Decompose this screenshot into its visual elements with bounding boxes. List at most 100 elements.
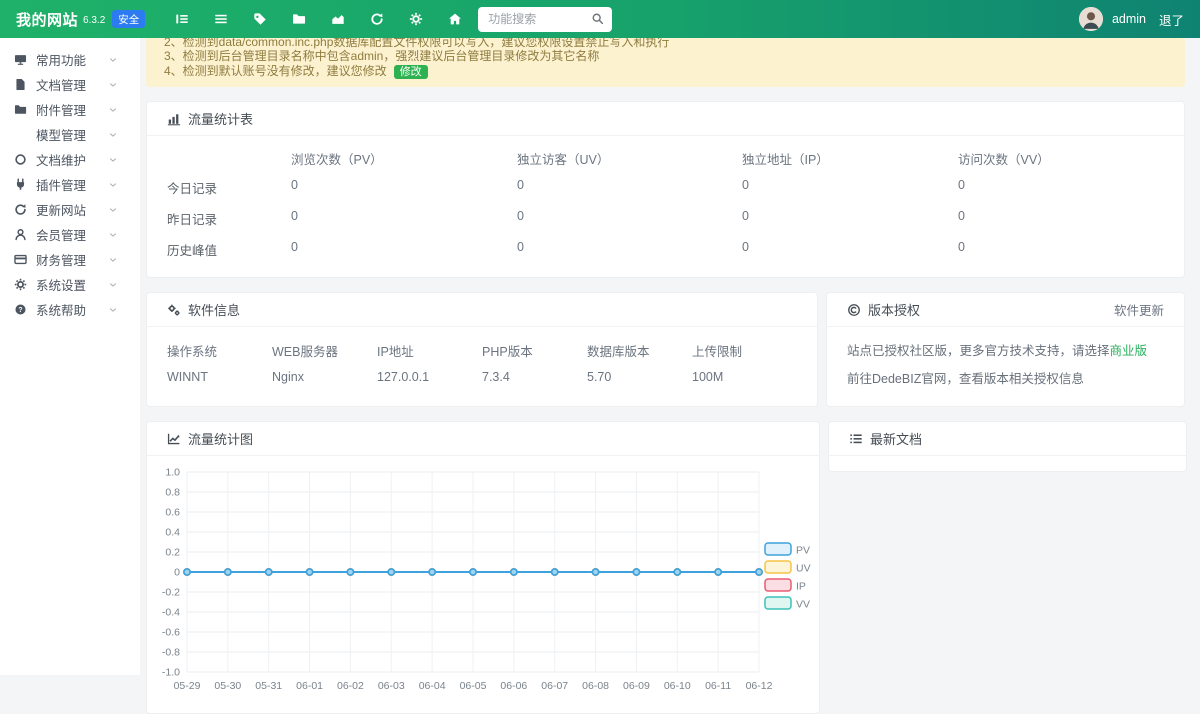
license-line-2: 前往DedeBIZ官网，查看版本相关授权信息 bbox=[847, 368, 1164, 387]
table-cell: 0 bbox=[517, 203, 742, 234]
home-nav-button[interactable] bbox=[442, 6, 468, 32]
column-header: 访问次数（VV） bbox=[958, 140, 1164, 172]
traffic-chart-title: 流量统计图 bbox=[188, 429, 253, 448]
sidebar-item-7[interactable]: 会员管理 bbox=[0, 222, 140, 247]
table-cell: 0 bbox=[291, 234, 517, 265]
function-search bbox=[478, 7, 612, 32]
safe-badge[interactable]: 安全 bbox=[112, 10, 145, 28]
traffic-table-header: 流量统计表 bbox=[147, 102, 1184, 136]
sidebar-item-label: 文档管理 bbox=[36, 75, 86, 94]
sidebar-item-label: 模型管理 bbox=[36, 125, 86, 144]
chevron-down-icon bbox=[108, 305, 118, 315]
header-nav bbox=[169, 6, 468, 32]
sidebar-item-3[interactable]: 模型管理 bbox=[0, 122, 140, 147]
latest-docs-header: 最新文档 bbox=[829, 422, 1186, 456]
sidebar-item-0[interactable]: 常用功能 bbox=[0, 47, 140, 72]
license-line-1: 站点已授权社区版，更多官方技术支持，请选择商业版 bbox=[847, 340, 1164, 359]
refresh-nav-button[interactable] bbox=[364, 6, 390, 32]
sidebar-item-4[interactable]: 文档维护 bbox=[0, 147, 140, 172]
svg-text:-1.0: -1.0 bbox=[162, 667, 180, 679]
field-label: 操作系统 bbox=[167, 333, 272, 363]
settings-nav-button[interactable] bbox=[403, 6, 429, 32]
traffic-table-title: 流量统计表 bbox=[188, 109, 253, 128]
bar-chart-icon bbox=[167, 112, 181, 126]
sidebar-item-label: 会员管理 bbox=[36, 225, 86, 244]
traffic-table: 浏览次数（PV） 独立访客（UV） 独立地址（IP） 访问次数（VV） 今日记录… bbox=[147, 136, 1184, 277]
site-version: 6.3.2 bbox=[83, 15, 105, 26]
question-icon: ? bbox=[14, 303, 27, 316]
svg-text:IP: IP bbox=[796, 581, 806, 593]
folder-nav-button[interactable] bbox=[286, 6, 312, 32]
svg-text:06-10: 06-10 bbox=[664, 680, 691, 692]
avatar[interactable] bbox=[1079, 7, 1103, 31]
sidebar-item-10[interactable]: ? 系统帮助 bbox=[0, 297, 140, 322]
edit-badge-button[interactable]: 修改 bbox=[394, 65, 428, 79]
folder-icon bbox=[14, 103, 27, 116]
svg-text:-0.6: -0.6 bbox=[162, 627, 180, 639]
sidebar-item-label: 系统帮助 bbox=[36, 300, 86, 319]
header-user-area: admin 退了 bbox=[1079, 7, 1184, 31]
field-label: 上传限制 bbox=[692, 333, 797, 363]
search-icon[interactable] bbox=[591, 12, 604, 25]
gear-icon bbox=[14, 278, 27, 291]
logout-link[interactable]: 退了 bbox=[1159, 10, 1184, 29]
svg-text:0.4: 0.4 bbox=[165, 527, 180, 539]
column-header: 独立地址（IP） bbox=[742, 140, 958, 172]
svg-text:06-07: 06-07 bbox=[541, 680, 568, 692]
sidebar-item-8[interactable]: 财务管理 bbox=[0, 247, 140, 272]
table-cell: 0 bbox=[958, 203, 1164, 234]
sidebar-item-label: 常用功能 bbox=[36, 50, 86, 69]
field-value: Nginx bbox=[272, 363, 377, 391]
svg-text:0.8: 0.8 bbox=[165, 487, 180, 499]
software-info-table: 操作系统 WEB服务器 IP地址 PHP版本 数据库版本 上传限制 WINNT … bbox=[147, 327, 817, 405]
sidebar-item-1[interactable]: 文档管理 bbox=[0, 72, 140, 97]
monitor-icon bbox=[14, 53, 27, 66]
line-chart-icon bbox=[167, 432, 181, 446]
chevron-down-icon bbox=[108, 155, 118, 165]
field-label: IP地址 bbox=[377, 333, 482, 363]
outdent-nav-button[interactable] bbox=[169, 6, 195, 32]
sidebar-item-5[interactable]: 插件管理 bbox=[0, 172, 140, 197]
chevron-down-icon bbox=[108, 280, 118, 290]
sidebar: 常用功能文档管理附件管理模型管理文档维护插件管理更新网站会员管理财务管理系统设置… bbox=[0, 38, 140, 675]
chevron-down-icon bbox=[108, 180, 118, 190]
software-info-title: 软件信息 bbox=[188, 300, 240, 319]
chart-nav-button[interactable] bbox=[325, 6, 351, 32]
area-chart-icon bbox=[14, 128, 27, 141]
latest-docs-card: 最新文档 bbox=[828, 421, 1187, 472]
sidebar-item-6[interactable]: 更新网站 bbox=[0, 197, 140, 222]
tag-icon bbox=[253, 12, 267, 26]
sidebar-item-label: 文档维护 bbox=[36, 150, 86, 169]
sidebar-item-label: 插件管理 bbox=[36, 175, 86, 194]
alert-line: 3、检测到后台管理目录名称中包含admin，强烈建议后台管理目录修改为其它名称 bbox=[164, 49, 1167, 64]
menu-nav-button[interactable] bbox=[208, 6, 234, 32]
software-info-header: 软件信息 bbox=[147, 293, 817, 327]
commercial-version-link[interactable]: 商业版 bbox=[1110, 344, 1148, 358]
svg-text:UV: UV bbox=[796, 563, 811, 575]
chevron-down-icon bbox=[108, 205, 118, 215]
table-cell: 0 bbox=[291, 172, 517, 203]
username[interactable]: admin bbox=[1112, 12, 1146, 26]
software-update-link[interactable]: 软件更新 bbox=[1114, 300, 1164, 319]
menu-icon bbox=[214, 12, 228, 26]
alert-line-text: 4、检测到默认账号没有修改，建议您修改 bbox=[164, 64, 387, 78]
svg-text:-0.2: -0.2 bbox=[162, 587, 180, 599]
traffic-chart-card: 流量统计图 1.00.80.60.40.20-0.2-0.4-0.6-0.8-1… bbox=[146, 421, 820, 714]
svg-text:06-12: 06-12 bbox=[746, 680, 773, 692]
copyright-icon bbox=[847, 303, 861, 317]
table-cell: 0 bbox=[291, 203, 517, 234]
top-header: 我的网站 6.3.2 安全 admin 退了 bbox=[0, 0, 1200, 38]
tag-nav-button[interactable] bbox=[247, 6, 273, 32]
table-cell: 0 bbox=[517, 234, 742, 265]
outdent-icon bbox=[175, 12, 189, 26]
table-cell: 0 bbox=[742, 203, 958, 234]
svg-text:06-08: 06-08 bbox=[582, 680, 609, 692]
column-header: 独立访客（UV） bbox=[517, 140, 742, 172]
alert-line: 4、检测到默认账号没有修改，建议您修改修改 bbox=[164, 64, 1167, 80]
sidebar-item-9[interactable]: 系统设置 bbox=[0, 272, 140, 297]
field-value: 7.3.4 bbox=[482, 363, 587, 391]
latest-docs-title: 最新文档 bbox=[870, 429, 922, 448]
sidebar-item-2[interactable]: 附件管理 bbox=[0, 97, 140, 122]
license-line-1-text: 站点已授权社区版，更多官方技术支持，请选择 bbox=[847, 344, 1110, 358]
svg-text:06-03: 06-03 bbox=[378, 680, 405, 692]
